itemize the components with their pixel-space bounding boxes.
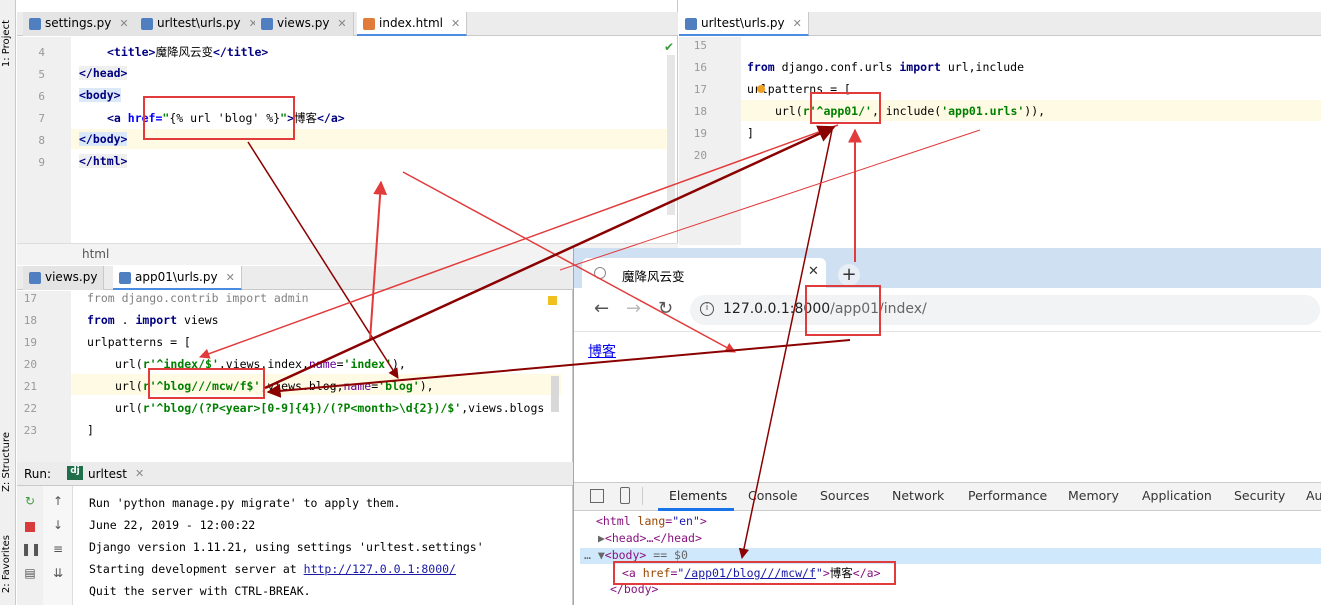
annotation-arrows xyxy=(199,124,981,560)
arrow-to-browser-page xyxy=(402,171,736,353)
arrow-thin-guide xyxy=(559,129,981,271)
arrow-up-to-template xyxy=(369,180,388,341)
arrow-prefix-to-index xyxy=(199,124,839,359)
